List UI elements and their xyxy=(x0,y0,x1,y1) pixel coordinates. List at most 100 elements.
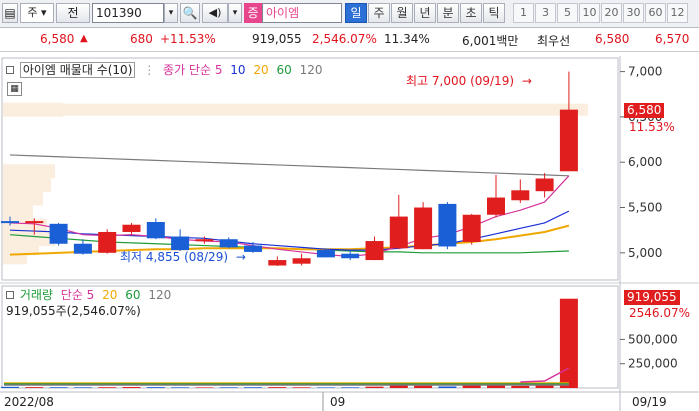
high-annotation: 최고 7,000 (09/19) → xyxy=(406,72,536,89)
volume-bar[interactable] xyxy=(49,387,68,388)
volume-bar[interactable] xyxy=(219,387,238,388)
candle-body[interactable] xyxy=(292,258,311,264)
volume-ratio: 2,546.07% xyxy=(312,32,377,46)
period-button-5[interactable]: 5 xyxy=(557,3,578,23)
legend-square-icon xyxy=(6,66,14,74)
market-select[interactable]: 주 ▾ xyxy=(20,3,54,23)
period-button-20[interactable]: 20 xyxy=(601,3,622,23)
best-ask: 6,580 xyxy=(595,32,630,46)
candle-body[interactable] xyxy=(438,203,457,247)
candle-body[interactable] xyxy=(49,223,68,244)
chart-menu-icon[interactable]: ▤ xyxy=(2,3,18,23)
ma-10-label[interactable]: 10 xyxy=(230,63,245,77)
candle-body[interactable] xyxy=(389,216,408,249)
timeframe-tab-5[interactable]: 초 xyxy=(460,3,482,23)
candle-body[interactable] xyxy=(146,222,165,239)
period-button-12[interactable]: 12 xyxy=(667,3,688,23)
high-annotation-text: 최고 7,000 (09/19) xyxy=(406,74,515,88)
candle-body[interactable] xyxy=(365,241,384,261)
timeframe-tab-3[interactable]: 년 xyxy=(414,3,436,23)
timeframe-tab-4[interactable]: 분 xyxy=(437,3,459,23)
period-button-3[interactable]: 3 xyxy=(535,3,556,23)
table-grid-icon[interactable]: ▦ xyxy=(7,82,22,96)
volume-ma-60[interactable]: 60 xyxy=(125,288,140,302)
volume-ma-20[interactable]: 20 xyxy=(102,288,117,302)
volume-ma-120[interactable]: 120 xyxy=(148,288,171,302)
volume-bar[interactable] xyxy=(122,387,141,388)
price-chart[interactable]: 7,0006,5006,0005,5005,000500,000250,000 xyxy=(0,56,699,411)
candle-body[interactable] xyxy=(98,231,117,253)
timeframe-tab-2[interactable]: 월 xyxy=(391,3,413,23)
period-button-1[interactable]: 1 xyxy=(513,3,534,23)
volume-bar[interactable] xyxy=(25,387,44,388)
stock-code-input[interactable]: 101390 xyxy=(92,3,164,23)
candle-body[interactable] xyxy=(195,239,214,242)
candle-body[interactable] xyxy=(1,221,19,224)
code-dropdown-icon[interactable]: ▾ xyxy=(164,3,178,23)
volume-bar[interactable] xyxy=(559,298,578,388)
timeframe-tabs: 일주월년분초틱 xyxy=(345,3,509,23)
ma-120-label[interactable]: 120 xyxy=(300,63,323,77)
current-volume-badge: 919,055 xyxy=(624,290,680,305)
candle-body[interactable] xyxy=(25,221,44,224)
volume-bar[interactable] xyxy=(73,387,92,388)
y-tick-label: 5,000 xyxy=(628,246,662,260)
candle-body[interactable] xyxy=(414,207,433,250)
volume-bar[interactable] xyxy=(316,387,335,388)
volume-bar[interactable] xyxy=(341,387,360,388)
candle-body[interactable] xyxy=(268,260,287,266)
candle-body[interactable] xyxy=(511,190,530,201)
candle-body[interactable] xyxy=(73,243,92,254)
candle-body[interactable] xyxy=(341,253,360,259)
timeframe-tab-6[interactable]: 틱 xyxy=(483,3,505,23)
y-tick-label: 7,000 xyxy=(628,65,662,79)
ma-label[interactable]: 종가 단순 5 xyxy=(163,63,222,77)
ma-60-label[interactable]: 60 xyxy=(277,63,292,77)
volume-tick-label: 500,000 xyxy=(628,332,678,346)
period-button-60[interactable]: 60 xyxy=(645,3,666,23)
candle-body[interactable] xyxy=(487,197,505,215)
best-bid: 6,570 xyxy=(655,32,690,46)
volume-bar[interactable] xyxy=(98,387,117,388)
volume-bar[interactable] xyxy=(1,386,19,388)
volume-bar[interactable] xyxy=(414,385,433,388)
legend-separator: ⋮ xyxy=(143,63,156,77)
volume-profile-label[interactable]: 아이엠 매물대 수(10) xyxy=(19,62,136,78)
prev-button[interactable]: 전 xyxy=(56,3,90,23)
change-percent: +11.53% xyxy=(160,32,216,46)
timeframe-tab-1[interactable]: 주 xyxy=(368,3,390,23)
speaker-icon[interactable]: ◀) xyxy=(202,3,228,23)
volume-title[interactable]: 거래량 xyxy=(20,288,53,302)
volume-bar[interactable] xyxy=(511,385,530,388)
volume-bar[interactable] xyxy=(244,387,262,388)
chart-window: ▤ 주 ▾ 전 101390 ▾ 🔍 ◀) ▾ 증 아이엠 일주월년분초틱 13… xyxy=(0,0,699,411)
ma-20-label[interactable]: 20 xyxy=(253,63,268,77)
price-legend: 아이엠 매물대 수(10) ⋮ 종가 단순 5 10 20 60 120 xyxy=(6,61,327,78)
volume-bar[interactable] xyxy=(268,387,287,388)
candle-body[interactable] xyxy=(559,109,578,172)
volume-profile-bar xyxy=(3,177,51,192)
candle-body[interactable] xyxy=(535,178,554,192)
low-annotation-text: 최저 4,855 (08/29) xyxy=(120,250,229,264)
timeframe-tab-0[interactable]: 일 xyxy=(345,3,367,23)
volume-bar[interactable] xyxy=(146,387,165,388)
candle-body[interactable] xyxy=(316,250,335,258)
period-button-30[interactable]: 30 xyxy=(623,3,644,23)
x-label-sep: 09 xyxy=(330,395,346,409)
volume-ma-label[interactable]: 단순 5 xyxy=(61,288,95,302)
volume-bar[interactable] xyxy=(438,386,457,388)
volume-bar[interactable] xyxy=(365,386,384,388)
change-value: 680 xyxy=(130,32,153,46)
volume-bar[interactable] xyxy=(535,385,554,388)
volume-bar[interactable] xyxy=(171,387,190,388)
candle-body[interactable] xyxy=(462,214,481,242)
candle-body[interactable] xyxy=(122,224,141,232)
search-icon[interactable]: 🔍 xyxy=(180,3,200,23)
period-button-10[interactable]: 10 xyxy=(579,3,600,23)
speaker-dropdown-icon[interactable]: ▾ xyxy=(228,3,242,23)
volume-bar[interactable] xyxy=(292,387,311,388)
right-arrow-icon: → xyxy=(521,74,532,88)
stock-name[interactable]: 아이엠 xyxy=(262,3,342,23)
volume-bar[interactable] xyxy=(195,387,214,388)
candle-body[interactable] xyxy=(219,239,238,248)
